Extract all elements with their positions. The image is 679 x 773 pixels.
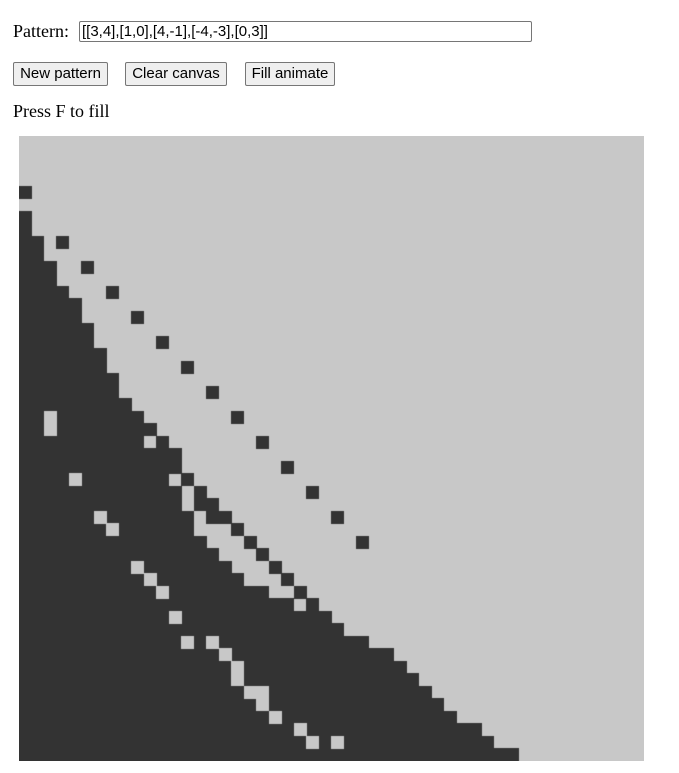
hint-text: Press F to fill — [13, 101, 110, 121]
new-pattern-button[interactable]: New pattern — [13, 62, 108, 86]
pattern-input[interactable] — [79, 20, 532, 42]
fill-animate-button[interactable]: Fill animate — [245, 62, 335, 86]
drawing-canvas[interactable] — [19, 136, 644, 761]
clear-canvas-button[interactable]: Clear canvas — [125, 62, 227, 86]
pattern-row: Pattern: — [13, 19, 532, 43]
pattern-label: Pattern: — [13, 20, 69, 41]
